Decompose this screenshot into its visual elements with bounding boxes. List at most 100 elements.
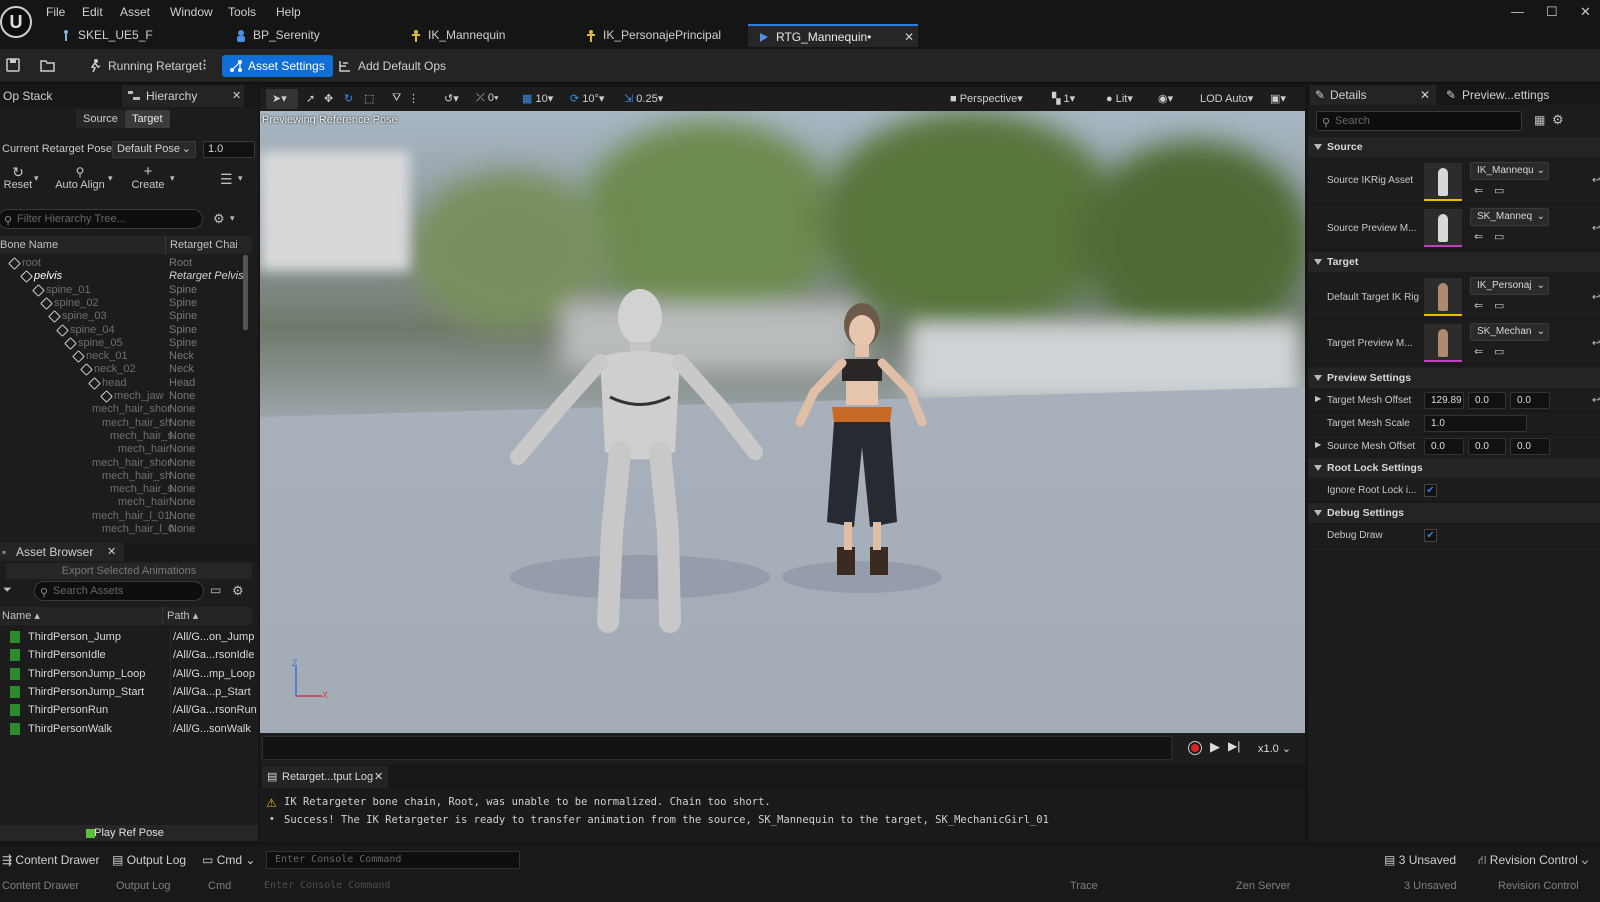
browse-asset-icon[interactable]: ▭ [1494, 345, 1504, 358]
output-log-button[interactable]: ▤ Output Log [112, 853, 186, 867]
bone-row[interactable]: head Head [0, 377, 244, 390]
play-ref-pose-button[interactable]: Play Ref Pose [0, 825, 258, 841]
tab-details[interactable]: ✎ Details ✕ [1310, 85, 1436, 105]
grid-snap-button[interactable]: ▦ 10▾ [522, 92, 553, 105]
asset-thumbnail[interactable] [1424, 278, 1462, 316]
filter-icon[interactable]: ⏷ [3, 584, 12, 597]
menu-edit[interactable]: Edit [82, 5, 103, 19]
menu-tools[interactable]: Tools [228, 5, 256, 19]
source-toggle[interactable]: Source [76, 110, 125, 128]
gear-icon[interactable]: ⚙ [232, 583, 244, 599]
bone-row[interactable]: spine_04 Spine [0, 324, 244, 337]
tab-bp-serenity[interactable]: BP_Serenity [225, 24, 385, 47]
scale-tool-icon[interactable]: ⬚ [364, 92, 374, 105]
bone-row[interactable]: mech_hair None [0, 496, 244, 509]
close-panel-icon[interactable]: ✕ [107, 545, 116, 558]
camera-speed-dropdown[interactable]: ▚ 1▾ [1052, 92, 1075, 105]
bone-row[interactable]: neck_02 Neck [0, 363, 244, 377]
source-offset-y[interactable]: 0.0 [1468, 438, 1506, 455]
pose-amount-field[interactable]: 1.0 [203, 141, 255, 158]
tab-hierarchy[interactable]: Hierarchy [122, 85, 244, 107]
source-offset-x[interactable]: 0.0 [1424, 438, 1464, 455]
browse-asset-icon[interactable]: ▭ [1494, 230, 1504, 243]
use-selected-icon[interactable]: ⇐ [1474, 230, 1483, 243]
coordinate-icon[interactable]: ⛛ [392, 92, 401, 105]
revision-control-button[interactable]: ⛙ Revision Control ⌄ [1478, 853, 1589, 869]
bone-row[interactable]: spine_05 Spine [0, 337, 244, 350]
close-window-icon[interactable]: ✕ [1580, 4, 1591, 20]
tab-retarget-output-log[interactable]: ▤ Retarget...tput Log ✕ [262, 766, 388, 788]
chevron-down-icon[interactable]: ▾ [108, 173, 113, 184]
reset-arrow-icon[interactable]: ↩ [1592, 395, 1600, 406]
ignore-root-lock-checkbox[interactable]: ✔ [1424, 484, 1437, 497]
chevron-down-icon[interactable]: ▾ [34, 173, 39, 184]
bone-row[interactable]: neck_01 Neck [0, 350, 244, 363]
chevron-down-icon[interactable]: ▾ [170, 173, 175, 184]
name-header[interactable]: Name ▴ [2, 607, 40, 625]
tab-rtg-mannequin[interactable]: RTG_Mannequin• ✕ [748, 24, 918, 47]
search-assets-input[interactable]: ⚲ Search Assets [34, 581, 204, 601]
expand-arrow-icon[interactable]: ▶ [1315, 440, 1321, 449]
add-default-ops-button[interactable]: Add Default Ops [338, 55, 446, 77]
asset-thumbnail[interactable] [1424, 163, 1462, 201]
section-target[interactable]: Target [1308, 252, 1600, 272]
asset-thumbnail[interactable] [1424, 209, 1462, 247]
more-icon[interactable]: ⋮ [408, 92, 419, 105]
auto-align-button[interactable]: ⚲ Auto Align [52, 165, 108, 191]
list-menu-icon[interactable]: ☰ [220, 171, 233, 188]
viewport-layout-icon[interactable]: ▣▾ [1270, 92, 1286, 105]
unsaved-button[interactable]: ▤ 3 Unsaved [1384, 853, 1456, 867]
close-tab-icon[interactable]: ✕ [904, 26, 914, 49]
debug-draw-checkbox[interactable]: ✔ [1424, 529, 1437, 542]
tab-asset-browser[interactable]: ▪ Asset Browser [0, 543, 124, 561]
preview-viewport[interactable]: ➤▾ ➚ ✥ ↻ ⬚ ⛛ ⋮ ↺▾ ⤫ 0▾ ▦ 10▾ ⟳ 10°▾ ⇲ 0.… [260, 87, 1305, 733]
bone-row[interactable]: mech_hair_s None [0, 483, 244, 496]
reset-button[interactable]: ↻ Reset [0, 165, 36, 191]
close-tab-icon[interactable]: ✕ [1420, 85, 1430, 105]
use-selected-icon[interactable]: ⇐ [1474, 299, 1483, 312]
target-offset-y[interactable]: 0.0 [1468, 392, 1506, 409]
close-panel-icon[interactable]: ✕ [232, 89, 241, 102]
bone-row[interactable]: mech_hair_shor None [0, 403, 244, 416]
asset-row[interactable]: ThirdPerson_Jump/All/G...on_Jump [0, 628, 254, 646]
rotate-tool-icon[interactable]: ↻ [344, 92, 353, 105]
record-icon[interactable] [1188, 741, 1202, 755]
scale-snap-button[interactable]: ⇲ 0.25▾ [624, 92, 663, 105]
reset-arrow-icon[interactable]: ↩ [1592, 338, 1600, 349]
asset-row[interactable]: ThirdPersonIdle/All/Ga...rsonIdle [0, 646, 254, 665]
details-search-input[interactable]: ⚲ Search [1316, 111, 1522, 131]
folder-icon[interactable]: ▭ [210, 583, 221, 597]
bone-row[interactable]: mech_hair None [0, 443, 244, 456]
bone-row[interactable]: pelvis Retarget Pelvis [0, 270, 244, 284]
tab-preview-settings[interactable]: ✎ Preview...ettings [1442, 85, 1549, 105]
tab-ik-personaje[interactable]: IK_PersonajePrincipal [575, 24, 750, 47]
rotation-snap-button[interactable]: ⟳ 10°▾ [570, 92, 604, 105]
bone-row[interactable]: mech_hair_sh None [0, 470, 244, 483]
tab-ik-mannequin[interactable]: IK_Mannequin [400, 24, 570, 47]
select-tool-icon[interactable]: ➚ [306, 92, 315, 105]
surface-snap-button[interactable]: ⤫ 0▾ [476, 92, 499, 105]
bone-row[interactable]: mech_hair_s None [0, 430, 244, 443]
asset-row[interactable]: ThirdPersonWalk/All/G...sonWalk [0, 719, 252, 738]
playback-speed-dropdown[interactable]: x1.0 ⌄ [1258, 742, 1291, 755]
chevron-down-icon[interactable]: ▾ [230, 213, 235, 224]
gear-icon[interactable]: ⚙ [1552, 112, 1564, 128]
bone-row[interactable]: spine_02 Spine [0, 297, 244, 310]
tab-skel-ue5-f[interactable]: SKEL_UE5_F [50, 24, 200, 47]
menu-help[interactable]: Help [276, 5, 301, 19]
bone-row[interactable]: root Root [0, 257, 244, 270]
browse-asset-icon[interactable]: ▭ [1494, 184, 1504, 197]
reset-arrow-icon[interactable]: ↩ [1592, 175, 1600, 186]
perspective-dropdown[interactable]: ■ Perspective▾ [950, 92, 1023, 105]
lod-dropdown[interactable]: LOD Auto▾ [1200, 92, 1253, 105]
target-mesh-scale-field[interactable]: 1.0 [1424, 415, 1527, 432]
source-ikrig-dropdown[interactable]: IK_Mannequ ⌄ [1470, 162, 1549, 180]
browse-asset-icon[interactable]: ▭ [1494, 299, 1504, 312]
play-icon[interactable]: ▶ [1210, 739, 1220, 755]
close-tab-icon[interactable]: ✕ [374, 766, 383, 788]
tab-op-stack[interactable]: Op Stack [3, 85, 52, 107]
source-preview-mesh-dropdown[interactable]: SK_Manneq ⌄ [1470, 208, 1549, 226]
target-toggle[interactable]: Target [125, 110, 170, 128]
gear-icon[interactable]: ⚙ [213, 211, 225, 227]
running-retarget-button[interactable]: Running Retarget [88, 55, 202, 77]
